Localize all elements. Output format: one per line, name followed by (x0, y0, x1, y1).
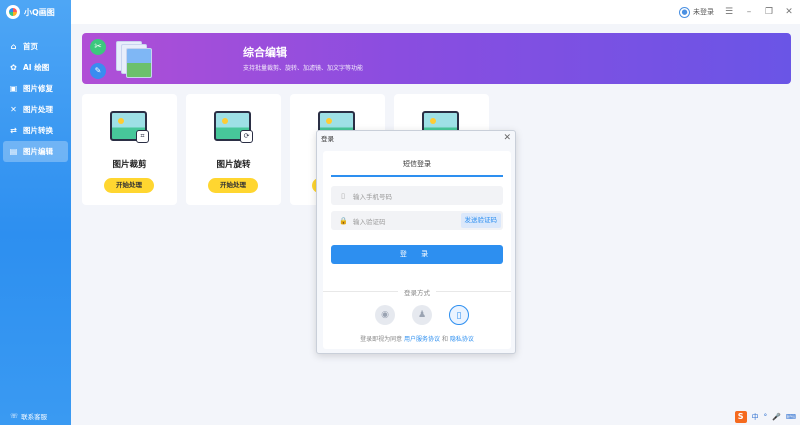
sidebar-item-image-convert[interactable]: ⇄ 图片转换 (0, 120, 71, 141)
rotate-icon: ⟳ (240, 130, 253, 143)
app-logo (6, 5, 20, 19)
dialog-title: 登录 (321, 135, 334, 143)
wechat-icon[interactable]: ◉ (375, 305, 395, 325)
support-link[interactable]: ☏ 联系客服 (10, 411, 47, 421)
sidebar-item-label: 图片转换 (23, 126, 53, 135)
convert-icon: ⇄ (10, 126, 17, 135)
headset-icon: ☏ (10, 412, 19, 420)
qq-icon[interactable]: ♟ (412, 305, 432, 325)
tools-icon: ✕ (10, 105, 17, 114)
lock-icon: 🔒 (339, 216, 348, 225)
code-placeholder: 输入验证码 (353, 217, 386, 226)
keyboard-icon[interactable]: ⌨ (786, 413, 796, 421)
user-status: 未登录 (693, 8, 714, 16)
privacy-link[interactable]: 隐私协议 (450, 336, 474, 343)
minimize-icon[interactable]: – (744, 7, 754, 17)
login-methods-label: 登录方式 (323, 287, 511, 297)
scissors-icon: ✂ (90, 39, 106, 55)
app-title: 小Q画图 (24, 7, 55, 17)
sidebar: 小Q画图 ⌂ 首页 ✿ AI 绘图 ▣ 图片修复 ✕ 图片处理 ⇄ 图片转换 ▤… (0, 0, 71, 425)
crop-icon: ⌗ (136, 130, 149, 143)
tool-name: 图片裁剪 (112, 160, 147, 170)
send-code-button[interactable]: 发送验证码 (460, 213, 501, 228)
banner-subtitle: 支持批量裁剪、旋转、加滤镜、加文字等功能 (243, 65, 364, 72)
ime-mode[interactable]: 中 (752, 412, 759, 422)
tab-sms-login[interactable]: 短信登录 (331, 159, 503, 177)
user-terms-link[interactable]: 用户服务协议 (404, 336, 440, 343)
palette-icon: ✿ (10, 63, 17, 72)
start-button[interactable]: 开始处理 (208, 178, 258, 193)
sidebar-item-image-process[interactable]: ✕ 图片处理 (0, 99, 71, 120)
sidebar-item-image-repair[interactable]: ▣ 图片修复 (0, 78, 71, 99)
sidebar-item-label: 图片修复 (23, 84, 53, 93)
sidebar-item-label: AI 绘图 (23, 63, 50, 72)
sidebar-item-home[interactable]: ⌂ 首页 (0, 36, 71, 57)
phone-field[interactable]: ▯ 输入手机号码 (331, 186, 503, 205)
mic-icon[interactable]: 🎤 (772, 413, 781, 421)
phone-login-icon[interactable]: ▯ (449, 305, 469, 325)
tool-name: 图片旋转 (216, 160, 251, 170)
tool-card-crop[interactable]: ⌗ 图片裁剪 开始处理 (82, 94, 177, 205)
sidebar-nav: ⌂ 首页 ✿ AI 绘图 ▣ 图片修复 ✕ 图片处理 ⇄ 图片转换 ▤ 图片编辑 (0, 36, 71, 162)
dialog-header: 登录 ✕ (317, 131, 515, 145)
restore-icon[interactable]: ❐ (764, 7, 774, 17)
login-dialog: 登录 ✕ 短信登录 ▯ 输入手机号码 🔒 输入验证码 发送验证码 登 录 登录方… (316, 130, 516, 354)
banner-title: 综合编辑 (243, 46, 287, 59)
support-label: 联系客服 (21, 413, 48, 421)
ime-logo-icon[interactable]: S (734, 411, 747, 423)
pen-icon: ✎ (90, 63, 106, 79)
system-tray: S 中 ° 🎤 ⌨ (734, 411, 796, 423)
code-field[interactable]: 🔒 输入验证码 发送验证码 (331, 211, 503, 230)
menu-icon[interactable]: ☰ (724, 7, 734, 17)
sidebar-item-ai-draw[interactable]: ✿ AI 绘图 (0, 57, 71, 78)
phone-icon: ▯ (341, 191, 345, 200)
punctuation-icon[interactable]: ° (764, 413, 768, 421)
user-login-button[interactable]: ● 未登录 (679, 6, 714, 18)
sidebar-item-label: 图片编辑 (23, 147, 53, 156)
close-icon[interactable]: ✕ (503, 133, 511, 143)
login-button[interactable]: 登 录 (331, 245, 503, 264)
dialog-body: 短信登录 ▯ 输入手机号码 🔒 输入验证码 发送验证码 登 录 登录方式 ◉ ♟… (323, 151, 511, 349)
tool-card-rotate[interactable]: ⟳ 图片旋转 开始处理 (186, 94, 281, 205)
app-brand: 小Q画图 (0, 0, 71, 24)
sidebar-item-image-edit[interactable]: ▤ 图片编辑 (3, 141, 68, 162)
phone-placeholder: 输入手机号码 (353, 192, 392, 201)
home-icon: ⌂ (10, 42, 17, 51)
close-icon[interactable]: ✕ (784, 7, 794, 17)
sidebar-item-label: 图片处理 (23, 105, 53, 114)
edit-icon: ▤ (9, 147, 18, 156)
sidebar-item-label: 首页 (23, 42, 38, 51)
repair-icon: ▣ (9, 84, 18, 93)
title-bar: ● 未登录 ☰ – ❐ ✕ (71, 0, 800, 24)
feature-banner: ✂ ✎ 综合编辑 支持批量裁剪、旋转、加滤镜、加文字等功能 (82, 33, 791, 84)
start-button[interactable]: 开始处理 (104, 178, 154, 193)
photo-stack-illustration (112, 39, 152, 79)
user-icon: ● (679, 6, 690, 18)
agreement-text: 登录即视为同意 用户服务协议 和 隐私协议 (360, 336, 474, 343)
